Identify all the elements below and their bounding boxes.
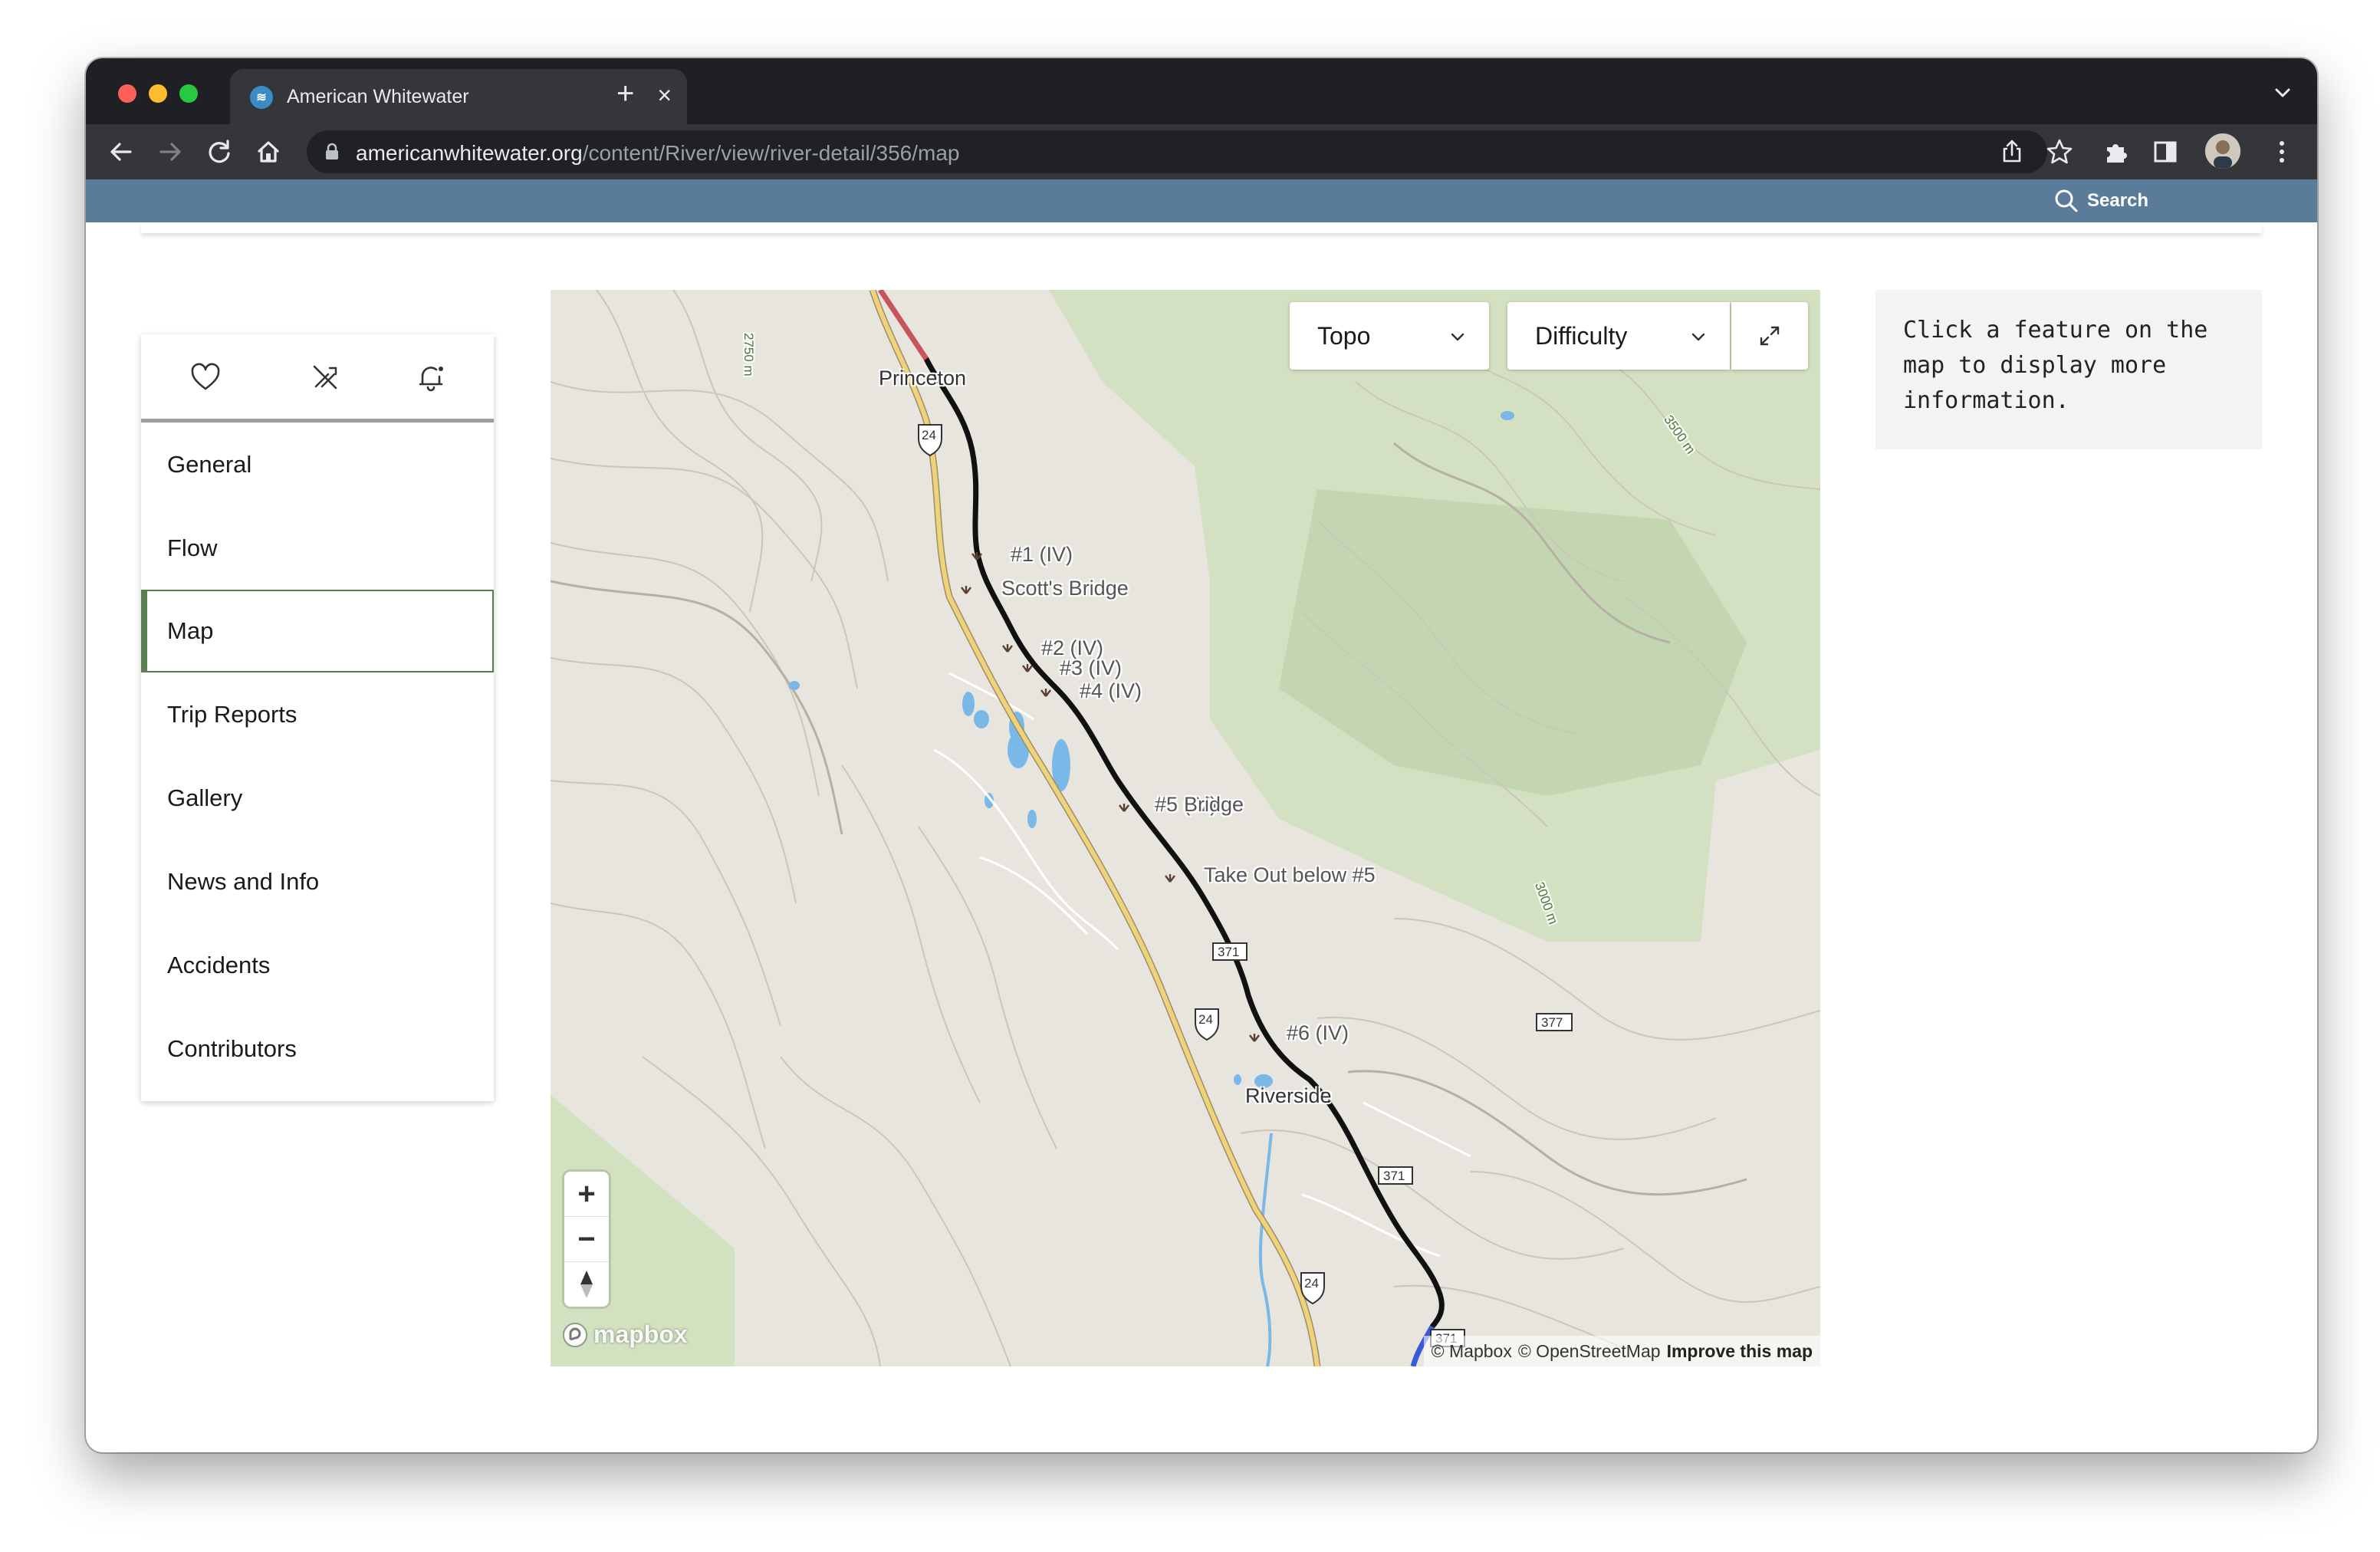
place-label-princeton: Princeton (879, 367, 967, 390)
nav-item-contributors[interactable]: Contributors (141, 1007, 494, 1090)
url-text: americanwhitewater.org/content/River/vie… (356, 141, 959, 166)
nav-item-map[interactable]: Map (141, 590, 494, 672)
search-icon (2055, 189, 2078, 212)
maximize-window-button[interactable] (179, 84, 198, 103)
tab-list-chevron-icon[interactable] (2271, 81, 2294, 104)
rapid-label[interactable]: #6 (IV) (1287, 1021, 1349, 1045)
nav-item-trip-reports[interactable]: Trip Reports (141, 672, 494, 756)
shield-co371: 371 (1218, 945, 1240, 959)
forward-arrow-icon[interactable] (155, 136, 186, 167)
site-favicon-icon: ≋ (250, 86, 273, 109)
shield-co377: 377 (1541, 1015, 1563, 1030)
reload-icon[interactable] (204, 136, 235, 167)
minimize-window-button[interactable] (149, 84, 167, 103)
url-path: /content/River/view/river-detail/356/map (582, 141, 960, 165)
map-attribution: © Mapbox © OpenStreetMap Improve this ma… (1423, 1336, 1820, 1366)
lock-icon[interactable] (324, 143, 340, 161)
basemap-select[interactable]: Topo (1290, 302, 1489, 370)
back-arrow-icon[interactable] (106, 136, 136, 167)
compass-icon (580, 1271, 593, 1298)
tab-close-button[interactable]: × (657, 83, 672, 107)
river-map[interactable]: 24 24 24 371 371 371 377 2750 m 3500 m 3… (551, 290, 1820, 1366)
place-label-riverside: Riverside (1245, 1084, 1332, 1107)
mapbox-logo-text: mapbox (593, 1320, 688, 1348)
shield-us24: 24 (1304, 1276, 1319, 1291)
extensions-puzzle-icon[interactable] (2099, 135, 2133, 169)
home-icon[interactable] (253, 136, 284, 167)
bookmark-star-icon[interactable] (2043, 135, 2076, 169)
url-host: americanwhitewater.org (356, 141, 583, 165)
chevron-down-icon (1691, 333, 1705, 341)
side-panel-icon[interactable] (2148, 135, 2182, 169)
mapbox-logo-icon (563, 1322, 587, 1347)
browser-window: ≋ American Whitewater × + americanwhitew… (86, 58, 2317, 1452)
nav-item-news-and-info[interactable]: News and Info (141, 840, 494, 923)
search-link[interactable]: Search (2053, 187, 2148, 215)
browser-toolbar: americanwhitewater.org/content/River/vie… (86, 124, 2317, 179)
subheader-divider (141, 222, 2262, 233)
bell-add-icon[interactable] (414, 360, 448, 394)
nav-item-general[interactable]: General (141, 423, 494, 506)
color-by-select[interactable]: Difficulty (1507, 302, 1730, 370)
improve-map-link[interactable]: Improve this map (1667, 1341, 1813, 1362)
nav-item-gallery[interactable]: Gallery (141, 756, 494, 840)
nav-item-flow[interactable]: Flow (141, 506, 494, 590)
search-label: Search (2087, 190, 2149, 211)
shield-us24: 24 (922, 428, 936, 442)
share-icon[interactable] (1995, 135, 2029, 169)
map-canvas[interactable] (551, 290, 1820, 1366)
new-tab-button[interactable]: + (616, 78, 634, 109)
attribution-mapbox[interactable]: © Mapbox (1432, 1341, 1512, 1362)
shield-us24: 24 (1198, 1012, 1213, 1027)
rapid-label[interactable]: Bridge (1184, 793, 1244, 817)
fullscreen-expand-icon (1760, 326, 1780, 346)
feature-info-panel: Click a feature on the map to display mo… (1875, 290, 2262, 449)
chevron-down-icon (1451, 333, 1464, 341)
rapid-label[interactable]: Scott's Bridge (1001, 577, 1129, 600)
basemap-select-value: Topo (1317, 321, 1371, 350)
attribution-osm[interactable]: © OpenStreetMap (1518, 1341, 1661, 1362)
profile-avatar[interactable] (2205, 133, 2240, 169)
color-by-select-value: Difficulty (1535, 321, 1628, 350)
rapid-label[interactable]: #4 (IV) (1080, 679, 1142, 703)
tab-strip: ≋ American Whitewater × + (86, 58, 2317, 124)
zoom-in-button[interactable]: + (564, 1172, 609, 1217)
no-boating-icon[interactable] (308, 360, 342, 394)
browser-menu-kebab-icon[interactable] (2265, 135, 2299, 169)
map-zoom-controls: + − (564, 1172, 609, 1307)
site-header: Search (86, 179, 2317, 222)
mapbox-logo[interactable]: mapbox (561, 1320, 688, 1349)
rapid-label[interactable]: Take Out below #5 (1204, 863, 1376, 887)
tab-title: American Whitewater (287, 86, 469, 107)
heart-icon[interactable] (189, 360, 222, 394)
zoom-out-button[interactable]: − (564, 1217, 609, 1262)
contour-label: 2750 m (741, 333, 756, 376)
profile-person-icon (2205, 133, 2240, 169)
shield-co371: 371 (1383, 1169, 1405, 1183)
fullscreen-button[interactable] (1731, 302, 1808, 370)
nav-item-accidents[interactable]: Accidents (141, 923, 494, 1007)
river-sidebar: General Flow Map Trip Reports Gallery Ne… (141, 334, 494, 1101)
close-window-button[interactable] (118, 84, 136, 103)
rapid-label[interactable]: #1 (IV) (1011, 543, 1073, 567)
reset-bearing-button[interactable] (564, 1262, 609, 1307)
rapid-label[interactable]: #3 (IV) (1060, 656, 1122, 680)
sidebar-actions (141, 334, 494, 423)
address-bar[interactable]: americanwhitewater.org/content/River/vie… (307, 130, 2047, 173)
